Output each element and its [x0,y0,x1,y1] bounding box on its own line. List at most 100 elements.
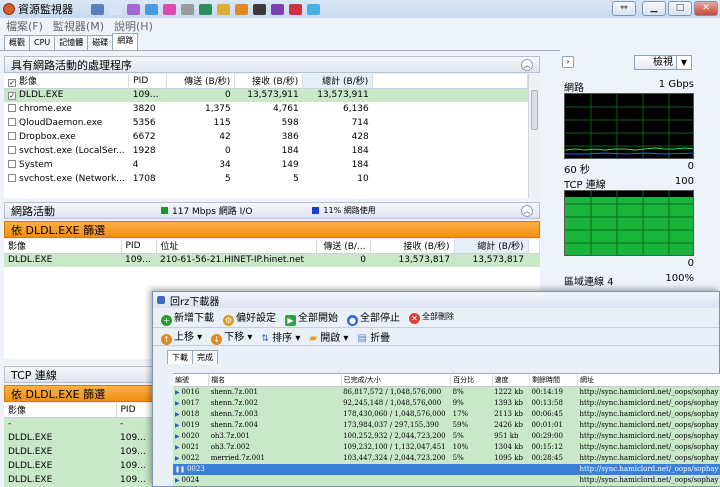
column-image[interactable]: 影像 [4,239,122,254]
thumbnail-icon[interactable] [307,3,320,15]
row-checkbox[interactable] [8,118,16,126]
column-address[interactable]: 位址 [156,239,317,254]
delete-all-button[interactable]: ✕ 全部刪除 [409,311,454,324]
tcp-section-header[interactable]: TCP 連線 [4,366,156,383]
table-row[interactable]: ✓ DLDL.EXE 109... 0 13,573,911 13,573,911 [4,88,528,102]
view-dropdown-icon[interactable]: ▼ [676,55,692,70]
column-receive[interactable]: 接收 (B/秒) [234,74,304,89]
thumbnail-icon[interactable] [271,3,284,15]
column-image[interactable]: ✓ 影像 [4,74,130,89]
tab-downloading[interactable]: 下載 [167,350,193,364]
column-progress[interactable]: 已完成/大小 [341,374,452,387]
thumbnail-icon[interactable] [163,3,176,15]
tab-disk[interactable]: 磁碟 [87,35,114,50]
list-item[interactable]: ▶ 0021 oh3.7z.002 109,232,100 / 1,132,047,… [173,441,720,453]
list-item[interactable]: ▶ 0022 merried.7z.001 103,447,324 / 2,044,… [173,452,720,464]
column-receive[interactable]: 接收 (B/秒) [370,239,455,254]
table-row[interactable]: DLDL.EXE 109... [4,473,156,487]
list-item[interactable]: ▶ 0019 shenn.7z.004 173,984,037 / 297,155,… [173,419,720,431]
column-pid[interactable]: PID [128,74,168,89]
thumbnail-icon[interactable] [217,3,230,15]
restore-icon[interactable]: ⇔ [612,1,636,16]
new-download-button[interactable]: + 新增下載 [161,309,214,326]
tab-network[interactable]: 網路 [112,33,139,50]
column-send[interactable]: 傳送 (B/... [316,239,371,254]
column-remaining[interactable]: 剩餘時間 [529,374,579,387]
start-all-button[interactable]: ▶ 全部開始 [285,309,338,326]
list-item[interactable]: ▶ 0018 shenn.7z.003 178,430,060 / 1,048,57… [173,408,720,420]
thumbnail-icon[interactable] [109,3,122,15]
scrollbar-thumb[interactable] [531,90,538,130]
network-section-header[interactable]: 網路活動 117 Mbps 網路 I/O 11% 網路使用 ︿ [4,202,540,219]
column-send[interactable]: 傳送 (B/秒) [166,74,236,89]
table-row[interactable]: DLDL.EXE 109... 210-61-56-21.HINET-IP.hine… [4,253,540,267]
move-up-button[interactable]: ↑ 上移 ▾ [161,328,202,345]
row-checkbox[interactable] [8,174,16,182]
row-checkbox[interactable] [8,104,16,112]
column-filename[interactable]: 檔名 [208,374,342,387]
thumbnail-icon[interactable] [91,3,104,15]
move-down-button[interactable]: ↓ 下移 ▾ [211,328,252,345]
stop-all-button[interactable]: ● 全部停止 [347,309,400,326]
tab-memory[interactable]: 記憶體 [54,35,89,50]
column-percent[interactable]: 百分比 [450,374,493,387]
row-checkbox[interactable]: ✓ [8,92,16,101]
menu-file[interactable]: 檔案(F) [6,18,43,34]
menu-help[interactable]: 說明(H) [114,18,153,34]
expand-panel-icon[interactable]: › [562,56,574,68]
column-image[interactable]: 影像 [4,403,117,418]
thumbnail-icon[interactable] [235,3,248,15]
table-row[interactable]: Dropbox.exe 6672 42 386 428 [4,130,528,144]
list-item[interactable]: ▶ 0020 oh3.7z.001 100,252,932 / 2,044,723,… [173,430,720,442]
column-url[interactable]: 網址 [577,374,720,387]
table-row[interactable]: QloudDaemon.exe 5356 115 598 714 [4,116,528,130]
table-row[interactable]: DLDL.EXE 109... [4,431,156,445]
table-row[interactable]: -- [4,417,156,431]
tab-cpu[interactable]: CPU [29,35,56,50]
close-button[interactable]: ✕ [694,1,718,16]
thumbnail-icon[interactable] [145,3,158,15]
column-pid[interactable]: PID [116,403,156,418]
collapse-icon[interactable]: ︿ [521,205,533,217]
column-id[interactable]: 編號 [173,374,210,387]
row-checkbox[interactable] [8,146,16,154]
tab-completed[interactable]: 完成 [192,350,218,364]
sort-button[interactable]: ⇅ 排序 ▾ [261,329,300,344]
thumbnail-icon[interactable] [289,3,302,15]
preferences-button[interactable]: ⚙ 偏好設定 [223,309,276,326]
minimize-button[interactable]: ▁ [642,1,666,16]
select-all-checkbox[interactable]: ✓ [8,79,16,87]
collapse-button[interactable]: ▤ 折疊 [357,329,390,344]
row-checkbox[interactable] [8,132,16,140]
list-item[interactable]: ▶ 0024 http://sync.hamiclord.net/_oops/so… [173,474,720,486]
cell-image: System [4,158,129,172]
tab-overview[interactable]: 概觀 [4,35,30,50]
table-row[interactable]: chrome.exe 3820 1,375 4,761 6,136 [4,102,528,116]
table-row[interactable]: System 4 34 149 184 [4,158,528,172]
thumbnail-icon[interactable] [253,3,266,15]
table-row[interactable]: svchost.exe (Network... 1708 5 5 10 [4,172,528,186]
thumbnail-icon[interactable] [181,3,194,15]
table-header: ✓ 影像 PID 傳送 (B/秒) 接收 (B/秒) 總計 (B/秒) [4,74,528,89]
column-pid[interactable]: PID [121,239,157,254]
thumbnail-icon[interactable] [127,3,140,15]
cell-send: 0 [225,146,231,156]
row-checkbox[interactable] [8,160,16,168]
list-item[interactable]: ❚❚ 0023 http://sync.hamiclord.net/_oops/s… [173,463,720,475]
menu-monitor[interactable]: 監視器(M) [53,18,104,34]
table-row[interactable]: DLDL.EXE 109... [4,445,156,459]
column-speed[interactable]: 速度 [492,374,530,387]
open-button[interactable]: ▰ 開啟 ▾ [309,329,348,344]
maximize-button[interactable]: □ [668,1,692,16]
process-section-header[interactable]: 具有網路活動的處理程序 ︿ [4,56,540,73]
cell-total: 13,573,911 [317,90,369,101]
table-row[interactable]: DLDL.EXE 109... [4,459,156,473]
thumbnail-icon[interactable] [199,3,212,15]
table-row[interactable]: svchost.exe (LocalSer... 1928 0 184 184 [4,144,528,158]
process-scrollbar[interactable] [528,74,540,198]
column-total[interactable]: 總計 (B/秒) [302,74,374,89]
list-item[interactable]: ▶ 0017 shenn.7z.002 92,245,148 / 1,048,576… [173,397,720,409]
collapse-icon[interactable]: ︿ [521,59,533,71]
column-total[interactable]: 總計 (B/秒) [454,239,529,254]
list-item[interactable]: ▶ 0016 shenn.7z.001 86,817,572 / 1,048,576… [173,386,720,398]
